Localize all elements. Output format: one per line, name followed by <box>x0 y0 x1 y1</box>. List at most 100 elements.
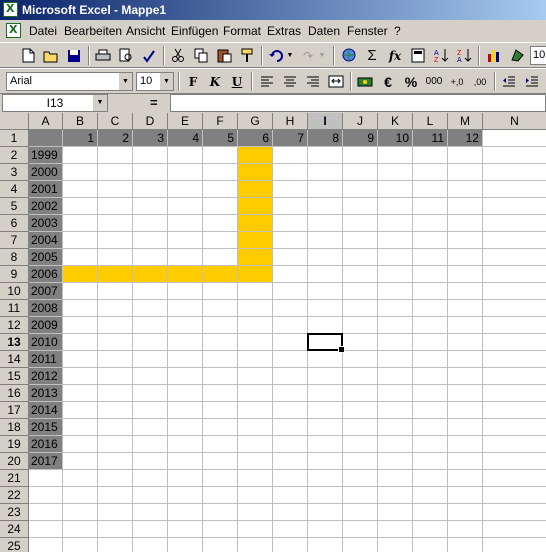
undo-icon[interactable] <box>266 46 286 65</box>
row-header-21[interactable]: 21 <box>0 470 29 487</box>
row-header-3[interactable]: 3 <box>0 164 29 181</box>
column-header-m[interactable]: M <box>448 113 483 130</box>
formula-input[interactable] <box>170 94 546 112</box>
open-folder-icon[interactable] <box>41 46 61 65</box>
column-header-l[interactable]: L <box>413 113 448 130</box>
select-all-corner[interactable] <box>0 113 29 130</box>
calculator-icon[interactable] <box>408 46 428 65</box>
row-header-6[interactable]: 6 <box>0 215 29 232</box>
menu-daten[interactable]: Daten <box>308 24 340 38</box>
map-icon[interactable] <box>507 46 527 65</box>
menu-help[interactable]: ? <box>394 24 401 38</box>
worksheet-grid[interactable]: A B C D E F G H I J K L M N 1 2 3 4 5 6 7 8 9 10 11 12 13 14 15 16 17 1… <box>0 113 546 552</box>
percent-format-button[interactable]: % <box>401 72 421 91</box>
row-header-23[interactable]: 23 <box>0 504 29 521</box>
row-header-14[interactable]: 14 <box>0 351 29 368</box>
formula-equals-button[interactable]: = <box>150 95 158 110</box>
row-header-13[interactable]: 13 <box>0 334 29 351</box>
row-header-16[interactable]: 16 <box>0 385 29 402</box>
column-header-i[interactable]: I <box>308 113 343 130</box>
bold-button[interactable]: F <box>183 72 203 91</box>
print-preview-icon[interactable] <box>116 46 136 65</box>
paste-icon[interactable] <box>214 46 234 65</box>
decrease-decimal-button[interactable]: ,00 <box>470 72 490 91</box>
chart-wizard-icon[interactable] <box>484 46 504 65</box>
menu-fenster[interactable]: Fenster <box>347 24 388 38</box>
redo-dropdown-icon[interactable]: ▼ <box>317 46 327 65</box>
row-header-2[interactable]: 2 <box>0 147 29 164</box>
spell-check-icon[interactable] <box>139 46 159 65</box>
euro-format-button[interactable]: € <box>378 72 398 91</box>
row-header-15[interactable]: 15 <box>0 368 29 385</box>
underline-button[interactable]: U <box>227 72 247 91</box>
sort-ascending-icon[interactable]: AZ <box>431 46 451 65</box>
row-header-25[interactable]: 25 <box>0 538 29 552</box>
increase-indent-icon[interactable] <box>522 72 542 91</box>
column-header-c[interactable]: C <box>98 113 133 130</box>
thousands-separator-button[interactable]: 000 <box>424 72 444 91</box>
chevron-down-icon[interactable]: ▼ <box>93 95 107 111</box>
font-size-select[interactable]: 10 ▼ <box>136 72 174 91</box>
column-header-b[interactable]: B <box>63 113 98 130</box>
merge-center-icon[interactable] <box>326 72 346 91</box>
active-cell[interactable] <box>307 333 345 353</box>
excel-app-icon[interactable] <box>3 2 18 17</box>
hyperlink-globe-icon[interactable] <box>339 46 359 65</box>
column-header-n[interactable]: N <box>483 113 546 130</box>
row-header-9[interactable]: 9 <box>0 266 29 283</box>
column-header-a[interactable]: A <box>29 113 63 130</box>
row-header-4[interactable]: 4 <box>0 181 29 198</box>
increase-decimal-button[interactable]: +,0 <box>447 72 467 91</box>
sort-descending-icon[interactable]: ZA <box>454 46 474 65</box>
menu-format[interactable]: Format <box>223 24 261 38</box>
row-header-20[interactable]: 20 <box>0 453 29 470</box>
chevron-down-icon[interactable]: ▼ <box>159 73 173 90</box>
align-right-icon[interactable] <box>303 72 323 91</box>
font-name-select[interactable]: Arial ▼ <box>6 72 133 91</box>
column-header-e[interactable]: E <box>168 113 203 130</box>
function-wizard-icon[interactable]: fx <box>385 46 405 65</box>
align-left-icon[interactable] <box>257 72 277 91</box>
row-header-10[interactable]: 10 <box>0 283 29 300</box>
copy-icon[interactable] <box>191 46 211 65</box>
decrease-indent-icon[interactable] <box>499 72 519 91</box>
align-center-icon[interactable] <box>280 72 300 91</box>
format-painter-icon[interactable] <box>237 46 257 65</box>
italic-button[interactable]: K <box>205 72 225 91</box>
row-header-7[interactable]: 7 <box>0 232 29 249</box>
row-header-11[interactable]: 11 <box>0 300 29 317</box>
cell-value: 3 <box>157 131 164 145</box>
column-header-j[interactable]: J <box>343 113 378 130</box>
print-icon[interactable] <box>93 46 113 65</box>
row-header-5[interactable]: 5 <box>0 198 29 215</box>
row-header-12[interactable]: 12 <box>0 317 29 334</box>
currency-format-icon[interactable] <box>355 72 375 91</box>
column-header-f[interactable]: F <box>203 113 238 130</box>
row-header-18[interactable]: 18 <box>0 419 29 436</box>
zoom-select[interactable]: 10 <box>530 46 546 65</box>
row-header-24[interactable]: 24 <box>0 521 29 538</box>
autosum-icon[interactable]: Σ <box>362 46 382 65</box>
menu-datei[interactable]: Datei <box>29 24 57 38</box>
row-header-17[interactable]: 17 <box>0 402 29 419</box>
column-header-h[interactable]: H <box>273 113 308 130</box>
save-icon[interactable] <box>64 46 84 65</box>
name-box[interactable]: I13 ▼ <box>2 94 108 112</box>
workbook-icon[interactable] <box>6 23 21 38</box>
chevron-down-icon[interactable]: ▼ <box>118 73 132 90</box>
column-header-k[interactable]: K <box>378 113 413 130</box>
cut-icon[interactable] <box>168 46 188 65</box>
row-header-19[interactable]: 19 <box>0 436 29 453</box>
row-header-1[interactable]: 1 <box>0 130 29 147</box>
column-header-g[interactable]: G <box>238 113 273 130</box>
column-header-d[interactable]: D <box>133 113 168 130</box>
row-header-22[interactable]: 22 <box>0 487 29 504</box>
menu-bearbeiten[interactable]: Bearbeiten <box>64 24 122 38</box>
menu-ansicht[interactable]: Ansicht <box>126 24 165 38</box>
undo-dropdown-icon[interactable]: ▼ <box>285 46 295 65</box>
new-document-icon[interactable] <box>18 46 38 65</box>
menu-einfuegen[interactable]: Einfügen <box>171 24 218 38</box>
menu-extras[interactable]: Extras <box>267 24 301 38</box>
row-header-8[interactable]: 8 <box>0 249 29 266</box>
redo-icon[interactable]: ↷ <box>298 46 318 65</box>
